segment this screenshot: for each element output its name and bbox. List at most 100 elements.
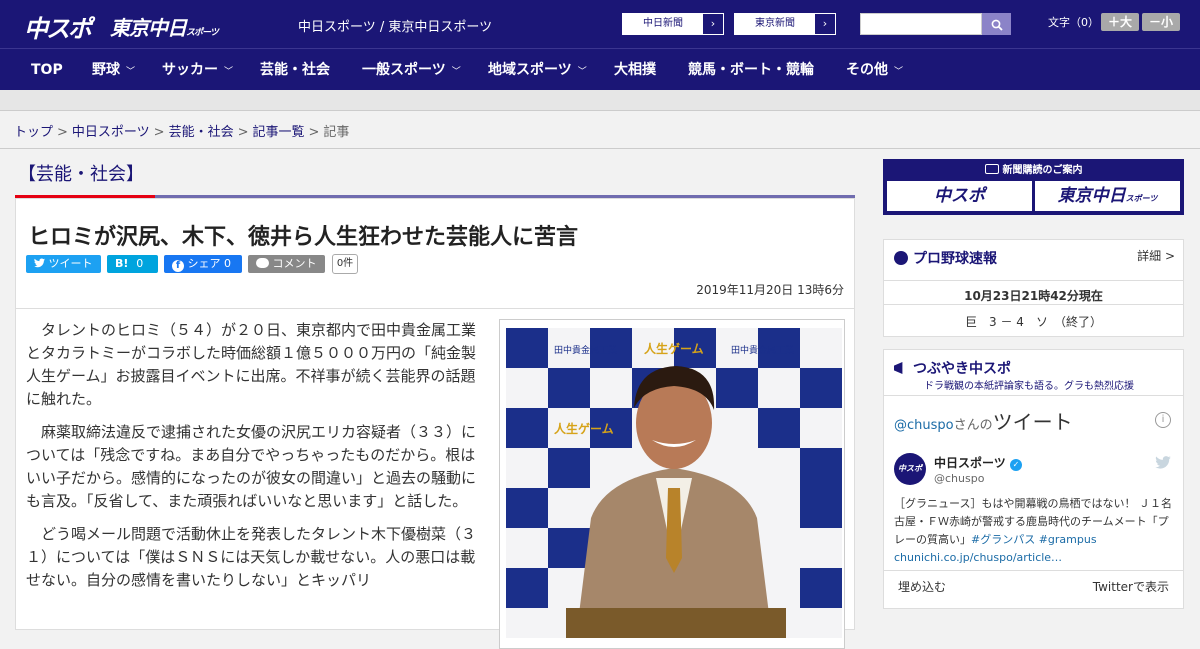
font-smaller-button[interactable]: －小 xyxy=(1142,13,1180,31)
photo-hiromi-illustration: 田中貴金属工業 人生ゲーム 人生ゲーム 田中貴金属工業 xyxy=(506,328,842,638)
baseball-scores-title: プロ野球速報 xyxy=(894,248,997,268)
info-icon[interactable]: i xyxy=(1155,412,1171,428)
nav-top[interactable]: TOP xyxy=(31,49,63,91)
breadcrumb-entertainment[interactable]: 芸能・社会 xyxy=(169,125,234,140)
nav-label: 一般スポーツ xyxy=(362,62,446,78)
tokyo-chunichi-logo-text: 東京中日 xyxy=(110,16,187,40)
search-input[interactable] xyxy=(860,13,982,35)
facebook-icon: f xyxy=(172,260,184,272)
breadcrumb-top[interactable]: トップ xyxy=(14,125,53,140)
photo-backdrop-text: 人生ゲーム xyxy=(554,421,614,436)
ad-strip xyxy=(0,90,1200,111)
tweet-footer-divider xyxy=(884,570,1183,571)
facebook-share-button[interactable]: f シェア 0 xyxy=(164,255,242,273)
article-photo[interactable]: 田中貴金属工業 人生ゲーム 人生ゲーム 田中貴金属工業 xyxy=(499,319,845,649)
tweets-heading-row: @chuspoさんのツイート xyxy=(894,406,1073,435)
baseball-scores-title-text: プロ野球速報 xyxy=(913,251,997,267)
facebook-label: シェア xyxy=(187,257,221,270)
view-on-twitter-link[interactable]: Twitterで表示 xyxy=(1093,578,1169,595)
nav-racing[interactable]: 競馬・ボート・競輪 xyxy=(688,49,814,91)
baseball-icon xyxy=(894,251,908,265)
photo-backdrop-text: 田中貴金属工業 xyxy=(554,344,617,356)
tweets-box: つぶやき中スポ ドラ戦観の本紙評論家も語る。グラも熱烈応援 @chuspoさんの… xyxy=(883,349,1184,609)
category-heading: 【芸能・社会】 xyxy=(18,164,144,185)
twitter-bird-icon xyxy=(1155,454,1171,473)
tweet-hashtags[interactable]: #グランパス #grampus xyxy=(971,533,1097,546)
baseball-score[interactable]: 巨 3 － 4 ソ （終了） xyxy=(884,304,1183,330)
nav-label: その他 xyxy=(846,62,888,78)
nav-other[interactable]: その他 ﹀ xyxy=(846,49,903,91)
subscribe-tokyo-chunichi-button[interactable]: 東京中日スポーツ xyxy=(1035,181,1180,211)
chevron-down-icon: ﹀ xyxy=(577,67,587,77)
nav-general-sports[interactable]: 一般スポーツ ﹀ xyxy=(362,49,461,91)
font-bigger-button[interactable]: ＋大 xyxy=(1101,13,1139,31)
breadcrumb-sep: > xyxy=(153,125,165,140)
subscribe-chuspo-button[interactable]: 中スポ xyxy=(887,181,1032,211)
search-icon xyxy=(991,19,1003,31)
comment-label: コメント xyxy=(272,257,317,270)
hatena-label: B! xyxy=(115,257,129,270)
twitter-handle-link[interactable]: @chuspo xyxy=(894,418,954,433)
chevron-down-icon: ﹀ xyxy=(224,67,234,77)
breadcrumb-current: 記事 xyxy=(323,125,350,140)
subscription-title: 新聞購読のご案内 xyxy=(883,161,1184,176)
hatena-bookmark-button[interactable]: B! 0 xyxy=(107,255,158,273)
tweet-url[interactable]: chunichi.co.jp/chuspo/article… xyxy=(894,551,1062,564)
speech-bubble-icon xyxy=(256,258,269,268)
tokyo-chunichi-logo[interactable]: 東京中日スポーツ xyxy=(110,12,219,41)
twitter-icon xyxy=(34,258,45,268)
nav-label: 地域スポーツ xyxy=(488,62,572,78)
article-headline: ヒロミが沢尻、木下、徳井ら人生狂わせた芸能人に苦言 xyxy=(28,225,579,250)
breadcrumb-sep: > xyxy=(57,125,68,140)
nav-label: 競馬・ボート・競輪 xyxy=(688,62,814,78)
breadcrumb-article-list[interactable]: 記事一覧 xyxy=(253,125,305,140)
tweet-user-name[interactable]: 中日スポーツ ✓ xyxy=(934,454,1022,471)
photo-image: 田中貴金属工業 人生ゲーム 人生ゲーム 田中貴金属工業 xyxy=(506,328,842,638)
article-paragraph: タレントのヒロミ（５４）が２０日、東京都内で田中貴金属工業とタカラトミーがコラボ… xyxy=(26,321,477,408)
baseball-detail-link[interactable]: 詳細 > xyxy=(1137,247,1175,264)
nav-label: 野球 xyxy=(92,62,120,78)
nav-soccer[interactable]: サッカー ﹀ xyxy=(162,49,233,91)
nav-local-sports[interactable]: 地域スポーツ ﹀ xyxy=(488,49,587,91)
chevron-right-icon: › xyxy=(815,14,835,34)
chuspo-logo[interactable]: 中スポ xyxy=(24,9,92,44)
nav-label: サッカー xyxy=(162,62,218,78)
chunichi-shimbun-label: 中日新聞 xyxy=(643,18,683,29)
tweet-avatar[interactable]: 中スポ xyxy=(894,453,926,485)
nav-label: 大相撲 xyxy=(614,62,656,78)
baseball-scores-box: プロ野球速報 詳細 > 10月23日21時42分現在 巨 3 － 4 ソ （終了… xyxy=(883,239,1184,337)
embed-link[interactable]: 埋め込む xyxy=(898,578,946,595)
photo-backdrop-text: 人生ゲーム xyxy=(644,341,704,356)
tweet-user-name-text: 中日スポーツ xyxy=(934,456,1006,470)
subscription-title-text: 新聞購読のご案内 xyxy=(1002,165,1083,176)
site-name: 中日スポーツ / 東京中日スポーツ xyxy=(298,20,493,35)
tweet-user-handle[interactable]: @chuspo xyxy=(934,472,984,485)
nav-baseball[interactable]: 野球 ﹀ xyxy=(92,49,135,91)
tokyo-shimbun-link[interactable]: 東京新聞 › xyxy=(734,13,836,35)
subscription-banner[interactable]: 新聞購読のご案内 中スポ 東京中日スポーツ xyxy=(883,159,1184,215)
chunichi-shimbun-link[interactable]: 中日新聞 › xyxy=(622,13,724,35)
tweet-button[interactable]: ツイート xyxy=(26,255,101,273)
nav-entertainment[interactable]: 芸能・社会 xyxy=(260,49,330,91)
breadcrumb-sep: > xyxy=(308,125,320,140)
search-button[interactable] xyxy=(982,13,1011,35)
comment-button[interactable]: コメント xyxy=(248,255,325,273)
article: ヒロミが沢尻、木下、徳井ら人生狂わせた芸能人に苦言 ツイート B! 0 f シェ… xyxy=(15,198,855,649)
article-paragraph: 麻薬取締法違反で逮捕された女優の沢尻エリカ容疑者（３３）については「残念ですね。… xyxy=(26,423,477,510)
nav-label: 芸能・社会 xyxy=(260,62,330,78)
newspaper-icon xyxy=(984,164,999,174)
breadcrumb: トップ > 中日スポーツ > 芸能・社会 > 記事一覧 > 記事 xyxy=(14,121,349,140)
top-header: 中スポ 東京中日スポーツ 中日スポーツ / 東京中日スポーツ 中日新聞 › 東京… xyxy=(0,0,1200,48)
article-body: タレントのヒロミ（５４）が２０日、東京都内で田中貴金属工業とタカラトミーがコラボ… xyxy=(26,319,478,602)
article-date: 2019年11月20日 13時6分 xyxy=(696,283,844,297)
handle-suffix: さんの xyxy=(953,418,993,433)
baseball-time: 10月23日21時42分現在 xyxy=(884,280,1183,304)
comment-count[interactable]: 0件 xyxy=(332,254,358,274)
breadcrumb-chunichi-sports[interactable]: 中日スポーツ xyxy=(72,125,150,140)
facebook-count: 0 xyxy=(224,257,231,270)
nav-sumo[interactable]: 大相撲 xyxy=(614,49,656,91)
breadcrumb-sep: > xyxy=(237,125,249,140)
chevron-right-icon: › xyxy=(703,14,723,34)
tokyo-shimbun-label: 東京新聞 xyxy=(755,18,795,29)
hatena-count: 0 xyxy=(136,257,144,270)
